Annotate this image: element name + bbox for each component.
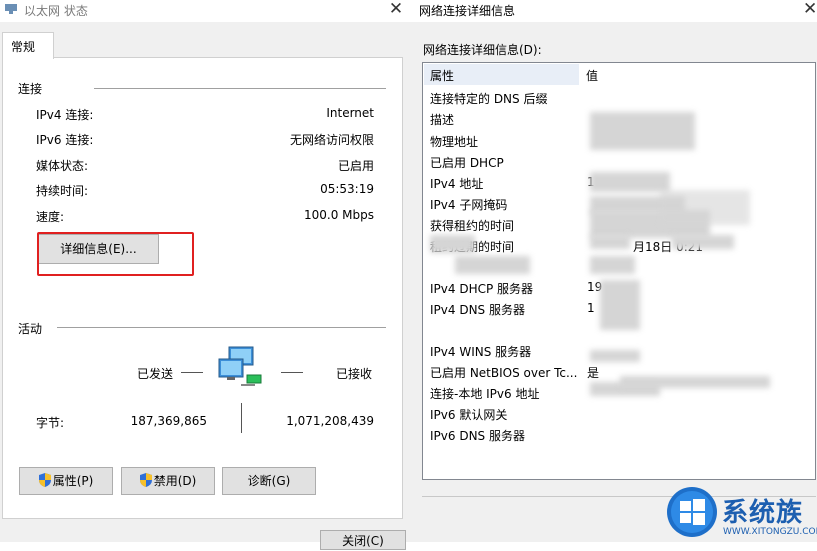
- close-icon[interactable]: ✕: [803, 0, 817, 19]
- ipv6-connectivity-label: IPv6 连接:: [36, 133, 94, 147]
- detail-row-property: 描述: [430, 113, 455, 127]
- redacted-value: [590, 235, 630, 249]
- bytes-received-value: 1,071,208,439: [286, 414, 374, 428]
- redacted-value: [600, 280, 640, 330]
- close-icon[interactable]: ✕: [386, 0, 406, 19]
- divider: [94, 88, 386, 89]
- media-state-value: 已启用: [337, 159, 374, 173]
- received-label: 已接收: [336, 367, 373, 381]
- detail-row-value: 1: [587, 301, 595, 315]
- received-line: [281, 372, 303, 373]
- watermark-text: 系统族: [722, 498, 804, 528]
- highlight-box: [37, 232, 194, 276]
- shield-icon: [139, 473, 152, 487]
- redacted-value: [430, 235, 475, 253]
- properties-button[interactable]: 属性(P): [19, 467, 113, 495]
- ipv6-connectivity-value: 无网络访问权限: [289, 133, 374, 147]
- detail-row-property: 已启用 DHCP: [430, 156, 504, 170]
- bytes-sent-value: 187,369,865: [130, 414, 207, 428]
- left-window-title: 以太网 状态: [24, 4, 88, 18]
- right-window-title: 网络连接详细信息: [419, 4, 516, 18]
- tab-general-label: 常规: [11, 40, 36, 54]
- general-panel: [2, 57, 403, 519]
- duration-value: 05:53:19: [320, 182, 374, 196]
- detail-row-value: 是: [587, 366, 600, 380]
- redacted-value: [660, 190, 750, 225]
- close-button[interactable]: 关闭(C): [320, 530, 406, 550]
- value-column-header[interactable]: 值: [586, 67, 598, 84]
- speed-value: 100.0 Mbps: [303, 208, 374, 222]
- diagnose-button[interactable]: 诊断(G): [222, 467, 316, 495]
- detail-row-property: IPv6 DNS 服务器: [430, 429, 525, 443]
- redacted-value: [672, 235, 734, 249]
- ethernet-icon: [5, 4, 17, 14]
- shield-icon: [38, 473, 51, 487]
- ipv4-connectivity-label: IPv4 连接:: [36, 108, 94, 122]
- redacted-value: [590, 256, 635, 274]
- details-list-label: 网络连接详细信息(D):: [423, 43, 542, 57]
- redacted-value: [590, 350, 640, 362]
- redacted-value: [455, 256, 530, 274]
- windows-logo-icon: [667, 487, 717, 537]
- redacted-value: [590, 112, 695, 150]
- detail-row-property: 连接特定的 DNS 后缀: [430, 92, 548, 106]
- speed-label: 速度:: [36, 210, 65, 224]
- disable-button[interactable]: 禁用(D): [121, 467, 215, 495]
- bytes-divider: [241, 403, 242, 433]
- detail-row-property: IPv6 默认网关: [430, 408, 508, 422]
- detail-row-property: IPv4 地址: [430, 177, 484, 191]
- detail-row-property: 已启用 NetBIOS over Tc...: [430, 366, 578, 380]
- divider: [57, 327, 386, 328]
- tab-general[interactable]: 常规: [2, 32, 54, 59]
- sent-label: 已发送: [137, 367, 174, 381]
- detail-row-property: IPv4 DHCP 服务器: [430, 282, 534, 296]
- detail-row-property: IPv4 WINS 服务器: [430, 345, 532, 359]
- property-header-label: 属性: [430, 69, 455, 83]
- network-computers-icon: [218, 346, 262, 386]
- detail-row-property: 获得租约的时间: [430, 219, 515, 233]
- activity-heading: 活动: [18, 322, 43, 336]
- property-column-header[interactable]: 属性: [424, 64, 579, 85]
- detail-row-property: 物理地址: [430, 135, 479, 149]
- bytes-label: 字节:: [36, 416, 65, 430]
- connection-heading: 连接: [18, 82, 43, 96]
- disable-label: 禁用(D): [153, 474, 197, 488]
- detail-row-property: IPv4 子网掩码: [430, 198, 508, 212]
- watermark-url: WWW.XITONGZU.COM: [723, 527, 817, 537]
- redacted-value: [590, 172, 670, 192]
- ipv4-connectivity-value: Internet: [326, 106, 374, 120]
- properties-label: 属性(P): [52, 474, 94, 488]
- detail-row-property: IPv4 DNS 服务器: [430, 303, 525, 317]
- redacted-value: [620, 376, 770, 388]
- sent-line: [181, 372, 203, 373]
- detail-row-property: 连接-本地 IPv6 地址: [430, 387, 540, 401]
- duration-label: 持续时间:: [36, 184, 89, 198]
- media-state-label: 媒体状态:: [36, 159, 89, 173]
